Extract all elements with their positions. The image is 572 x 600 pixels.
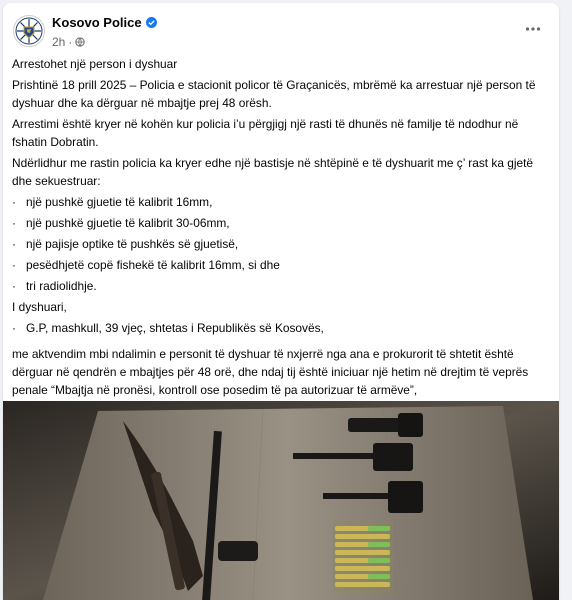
post-photo[interactable] bbox=[3, 401, 559, 600]
post-message: Arrestohet një person i dyshuar Prishtin… bbox=[12, 55, 547, 399]
page-avatar[interactable] bbox=[13, 15, 45, 47]
kosovo-police-logo bbox=[15, 17, 43, 45]
meta-separator: · bbox=[68, 35, 73, 49]
verified-badge-icon bbox=[145, 17, 157, 28]
post-timestamp[interactable]: 2h bbox=[52, 35, 65, 49]
post-meta: 2h · bbox=[52, 35, 86, 49]
list-item: · pesëdhjetë copë fishekë të kalibrit 16m… bbox=[12, 258, 280, 272]
list-item: · një pushkë gjuetie të kalibrit 30-06mm, bbox=[12, 216, 230, 230]
post-paragraph: Prishtinë 18 prill 2025 – Policia e stac… bbox=[12, 78, 536, 110]
post-heading: Arrestohet një person i dyshuar bbox=[12, 57, 178, 71]
post-paragraph: me aktvendim mbi ndalimin e personit të … bbox=[12, 347, 529, 397]
globe-icon bbox=[75, 37, 86, 47]
post-paragraph: I dyshuari, bbox=[12, 300, 67, 314]
seized-items-photo bbox=[3, 401, 559, 600]
more-options-icon[interactable] bbox=[525, 25, 541, 33]
post-header: Kosovo Police 2h · bbox=[3, 3, 559, 55]
list-item: · një pajisje optike të pushkës së gjueti… bbox=[12, 237, 239, 251]
list-item: · G.P, mashkull, 39 vjeç, shtetas i Repub… bbox=[12, 321, 324, 335]
facebook-post: Kosovo Police 2h · Arrestohet një person… bbox=[3, 3, 559, 600]
post-paragraph: Arrestimi është kryer në kohën kur polic… bbox=[12, 117, 519, 149]
list-item: · tri radiolidhje. bbox=[12, 279, 97, 293]
page-name[interactable]: Kosovo Police bbox=[52, 15, 157, 30]
page-name-label[interactable]: Kosovo Police bbox=[52, 15, 142, 30]
list-item: · një pushkë gjuetie të kalibrit 16mm, bbox=[12, 195, 213, 209]
post-paragraph: Ndërlidhur me rastin policia ka kryer ed… bbox=[12, 156, 534, 188]
